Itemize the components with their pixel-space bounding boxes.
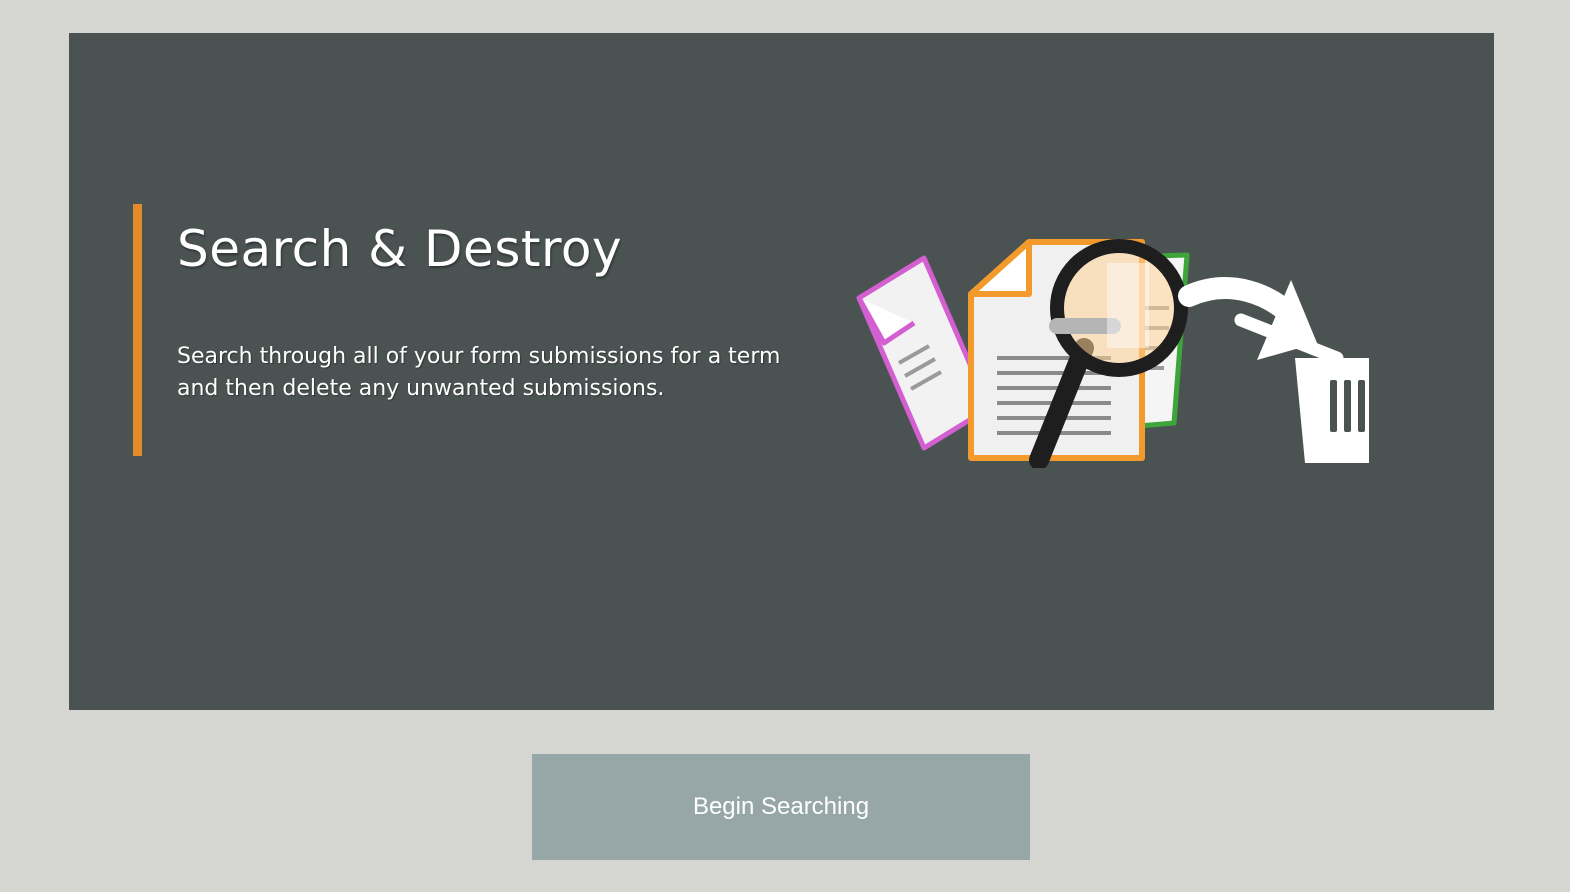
trash-can-icon [1234, 313, 1369, 463]
begin-searching-button[interactable]: Begin Searching [532, 754, 1030, 860]
page-description: Search through all of your form submissi… [177, 344, 781, 401]
page-title: Search & Destroy [177, 220, 623, 278]
search-destroy-illustration [856, 239, 1369, 468]
accent-bar [133, 204, 142, 456]
hero-banner: Search & Destroy Search through all of y… [69, 33, 1494, 710]
